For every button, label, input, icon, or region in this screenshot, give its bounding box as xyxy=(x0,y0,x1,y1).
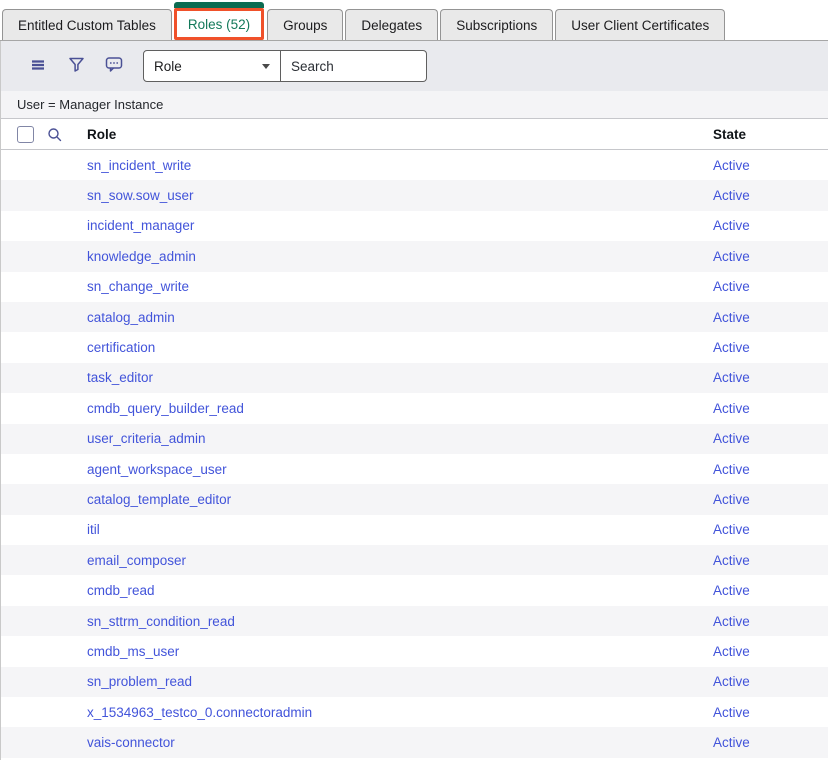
table-row: itil Active xyxy=(1,515,828,545)
state-link[interactable]: Active xyxy=(713,522,750,537)
tab-entitled-custom-tables[interactable]: Entitled Custom Tables xyxy=(2,9,172,40)
role-link[interactable]: cmdb_query_builder_read xyxy=(87,401,244,416)
state-link[interactable]: Active xyxy=(713,340,750,355)
state-link[interactable]: Active xyxy=(713,705,750,720)
table-row: catalog_admin Active xyxy=(1,302,828,332)
filter-button[interactable] xyxy=(65,55,87,77)
state-link[interactable]: Active xyxy=(713,583,750,598)
role-link[interactable]: cmdb_read xyxy=(87,583,155,598)
state-link[interactable]: Active xyxy=(713,310,750,325)
tab-roles-52[interactable]: Roles (52) xyxy=(174,2,264,40)
state-link[interactable]: Active xyxy=(713,644,750,659)
table-row: catalog_template_editor Active xyxy=(1,484,828,514)
state-link[interactable]: Active xyxy=(713,158,750,173)
state-link[interactable]: Active xyxy=(713,218,750,233)
filter-condition: User = Manager Instance xyxy=(17,97,163,112)
role-link[interactable]: certification xyxy=(87,340,155,355)
table-row: cmdb_ms_user Active xyxy=(1,636,828,666)
state-link[interactable]: Active xyxy=(713,249,750,264)
tab-subscriptions[interactable]: Subscriptions xyxy=(440,9,553,40)
list-body: sn_incident_write Active sn_sow.sow_user Ac… xyxy=(1,150,828,758)
chat-icon xyxy=(105,56,123,76)
active-tab-focus-ring: Roles (52) xyxy=(174,8,264,40)
role-link[interactable]: sn_problem_read xyxy=(87,674,192,689)
list-toolbar: Role xyxy=(1,41,828,91)
tab-delegates[interactable]: Delegates xyxy=(345,9,438,40)
table-row: cmdb_read Active xyxy=(1,575,828,605)
state-link[interactable]: Active xyxy=(713,401,750,416)
table-row: cmdb_query_builder_read Active xyxy=(1,393,828,423)
state-link[interactable]: Active xyxy=(713,188,750,203)
tab-label: Groups xyxy=(283,18,327,33)
search-input[interactable] xyxy=(281,50,427,82)
column-header-state[interactable]: State xyxy=(713,127,746,142)
role-link[interactable]: cmdb_ms_user xyxy=(87,644,179,659)
table-row: vais-connector Active xyxy=(1,727,828,757)
role-link[interactable]: catalog_admin xyxy=(87,310,175,325)
state-link[interactable]: Active xyxy=(713,279,750,294)
select-all-checkbox[interactable] xyxy=(17,126,34,143)
table-row: sn_change_write Active xyxy=(1,272,828,302)
column-search-icon[interactable] xyxy=(47,127,63,143)
table-row: email_composer Active xyxy=(1,545,828,575)
table-row: sn_incident_write Active xyxy=(1,150,828,180)
filter-icon xyxy=(68,56,85,76)
tab-groups[interactable]: Groups xyxy=(267,9,343,40)
tab-label: Subscriptions xyxy=(456,18,537,33)
tab-label: Delegates xyxy=(361,18,422,33)
tab-user-client-certificates[interactable]: User Client Certificates xyxy=(555,9,725,40)
state-link[interactable]: Active xyxy=(713,462,750,477)
column-header-role[interactable]: Role xyxy=(87,127,116,142)
table-row: task_editor Active xyxy=(1,363,828,393)
tab-label: User Client Certificates xyxy=(571,18,709,33)
content-panel: Role User = Manager Instance Role State … xyxy=(0,41,828,760)
search-field-dropdown[interactable]: Role xyxy=(143,50,281,82)
list-menu-button[interactable] xyxy=(27,55,49,77)
tab-label: Entitled Custom Tables xyxy=(18,18,156,33)
role-link[interactable]: catalog_template_editor xyxy=(87,492,231,507)
filter-breadcrumb[interactable]: User = Manager Instance xyxy=(1,91,828,119)
role-link[interactable]: incident_manager xyxy=(87,218,194,233)
table-row: certification Active xyxy=(1,332,828,362)
table-row: sn_sow.sow_user Active xyxy=(1,180,828,210)
role-link[interactable]: sn_incident_write xyxy=(87,158,191,173)
tab-label: Roles (52) xyxy=(188,17,250,32)
tab-bar: Entitled Custom Tables Roles (52) Groups De… xyxy=(0,0,828,41)
state-link[interactable]: Active xyxy=(713,370,750,385)
role-link[interactable]: task_editor xyxy=(87,370,153,385)
state-link[interactable]: Active xyxy=(713,614,750,629)
role-link[interactable]: sn_sow.sow_user xyxy=(87,188,194,203)
state-link[interactable]: Active xyxy=(713,492,750,507)
chat-button[interactable] xyxy=(103,55,125,77)
role-link[interactable]: email_composer xyxy=(87,553,186,568)
list-menu-icon xyxy=(30,57,46,76)
role-link[interactable]: knowledge_admin xyxy=(87,249,196,264)
role-link[interactable]: itil xyxy=(87,522,100,537)
state-link[interactable]: Active xyxy=(713,431,750,446)
table-row: sn_problem_read Active xyxy=(1,667,828,697)
search-field-value: Role xyxy=(154,59,182,74)
table-row: sn_sttrm_condition_read Active xyxy=(1,606,828,636)
role-link[interactable]: agent_workspace_user xyxy=(87,462,227,477)
role-link[interactable]: sn_sttrm_condition_read xyxy=(87,614,235,629)
role-link[interactable]: sn_change_write xyxy=(87,279,189,294)
state-link[interactable]: Active xyxy=(713,553,750,568)
state-link[interactable]: Active xyxy=(713,735,750,750)
role-link[interactable]: vais-connector xyxy=(87,735,175,750)
table-row: knowledge_admin Active xyxy=(1,241,828,271)
table-row: incident_manager Active xyxy=(1,211,828,241)
table-row: x_1534963_testco_0.connectoradmin Active xyxy=(1,697,828,727)
table-row: agent_workspace_user Active xyxy=(1,454,828,484)
list-header-row: Role State xyxy=(1,119,828,150)
role-link[interactable]: user_criteria_admin xyxy=(87,431,206,446)
table-row: user_criteria_admin Active xyxy=(1,424,828,454)
state-link[interactable]: Active xyxy=(713,674,750,689)
role-link[interactable]: x_1534963_testco_0.connectoradmin xyxy=(87,705,312,720)
chevron-down-icon xyxy=(262,64,270,69)
